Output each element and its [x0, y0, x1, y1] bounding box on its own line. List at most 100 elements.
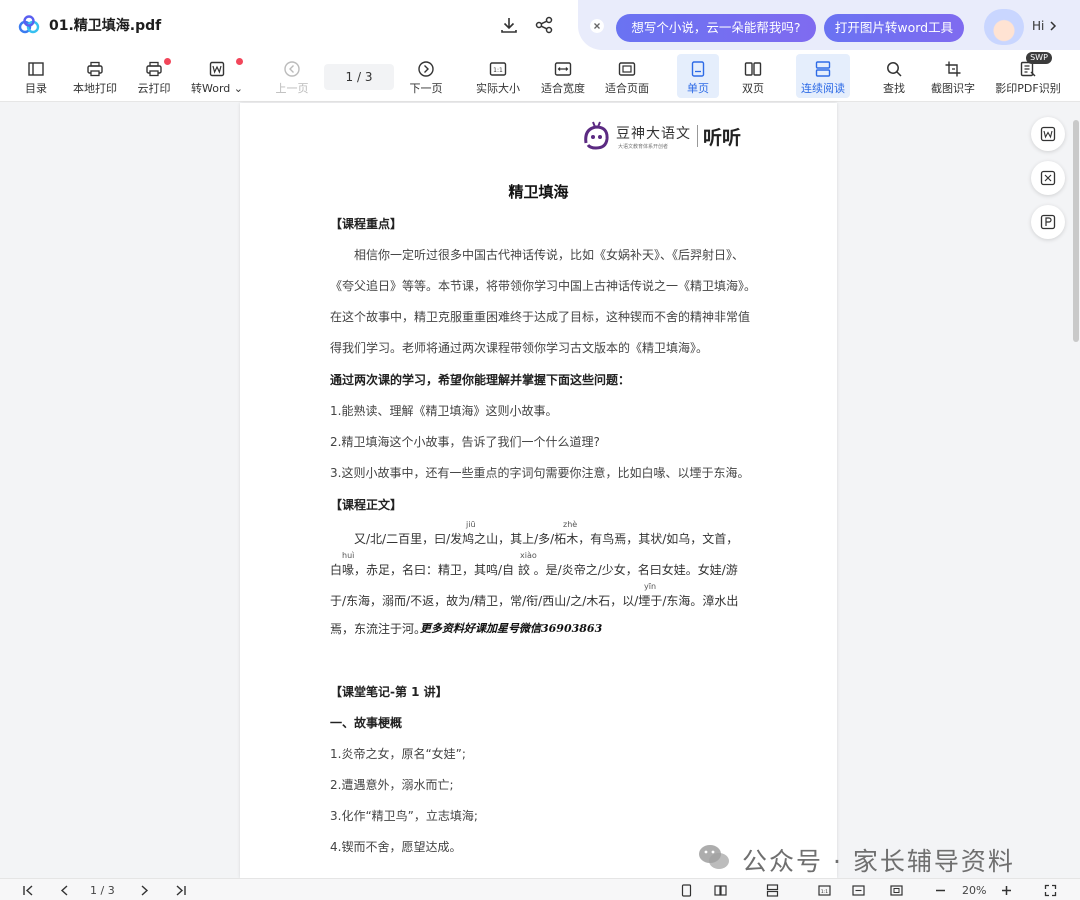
- side-to-word-button[interactable]: [1031, 117, 1065, 151]
- next-page-button[interactable]: 下一页: [406, 54, 446, 98]
- watermark-text: 公众号 · 家长辅导资料: [742, 847, 1015, 876]
- double-page-icon: [744, 62, 762, 76]
- document-viewport[interactable]: 豆神大语文 大语文教育体系开创者 听听 精卫填海 【课程重点】 相信你一定听过很…: [0, 103, 1080, 878]
- pdf-page: 豆神大语文 大语文教育体系开创者 听听 精卫填海 【课程重点】 相信你一定听过很…: [240, 103, 837, 878]
- printer-icon: [87, 61, 103, 77]
- actual-size-button[interactable]: 1:1 实际大小: [473, 54, 523, 98]
- ppt-icon: [1040, 214, 1056, 230]
- file-title: 01.精卫填海.pdf: [49, 18, 162, 34]
- fit-page-icon[interactable]: [890, 884, 903, 897]
- fit-page-icon: [618, 62, 636, 76]
- list-item: 3.化作“精卫鸟”，立志填海;: [330, 809, 478, 823]
- zoom-out-icon[interactable]: [934, 884, 947, 897]
- classical-text-line: 白喙，赤足，名曰：精卫，其鸣/自 詨 。是/炎帝之/少女，名曰女娃。女娃/游: [330, 563, 738, 577]
- greeting-text[interactable]: Hi: [1032, 19, 1044, 33]
- classical-text-line: 焉，东流注于河。: [330, 622, 427, 636]
- side-to-ppt-button[interactable]: [1031, 205, 1065, 239]
- continuous-icon: [815, 61, 831, 77]
- toolbar: 目录 本地打印 云打印 转Word ⌄ 上一页 下一页 1:1 实际大小 适合宽…: [0, 50, 1080, 102]
- next-page-icon: [418, 61, 434, 77]
- list-item: 4.锲而不舍，愿望达成。: [330, 840, 462, 854]
- list-item: 1.能熟读、理解《精卫填海》这则小故事。: [330, 404, 558, 418]
- app-logo-icon: [18, 15, 40, 34]
- prev-page-icon[interactable]: [58, 884, 71, 897]
- fit-width-icon[interactable]: [852, 884, 865, 897]
- section-heading: 【课程正文】: [330, 498, 403, 512]
- next-page-icon[interactable]: [138, 884, 151, 897]
- cloud-printer-icon: [146, 61, 162, 77]
- title-bar: 01.精卫填海.pdf 想写个小说，云一朵能帮我吗? 打开图片转word工具 H…: [0, 0, 1080, 50]
- paragraph-line: 《夸父追日》等等。本节课，将带领你学习中国上古神话传说之一《精卫填海》。: [330, 279, 757, 293]
- section-heading: 【课程重点】: [330, 217, 403, 231]
- download-icon[interactable]: [499, 15, 519, 35]
- zoom-in-icon[interactable]: [1000, 884, 1013, 897]
- notification-dot: [236, 58, 243, 65]
- scrollbar-thumb[interactable]: [1073, 120, 1079, 342]
- list-item: 3.这则小故事中，还有一些重点的字词句需要你注意，比如白喙、以堙于东海。: [330, 466, 750, 480]
- fit-page-button[interactable]: 适合页面: [602, 54, 652, 98]
- pinyin-annotation: xiào: [520, 551, 537, 560]
- zoom-level[interactable]: 20%: [962, 884, 986, 897]
- screenshot-ocr-button[interactable]: 截图识字: [928, 54, 978, 98]
- search-icon: [887, 62, 902, 77]
- fit-width-button[interactable]: 适合宽度: [538, 54, 588, 98]
- paragraph-line: 相信你一定听过很多中国古代神话传说，比如《女娲补天》、《后羿射日》、: [354, 248, 745, 262]
- actual-size-icon: 1:1: [489, 62, 507, 76]
- prev-page-button[interactable]: 上一页: [272, 54, 312, 98]
- section-heading: 【课堂笔记-第 1 讲】: [330, 685, 448, 699]
- list-item: 2.遭遇意外，溺水而亡;: [330, 778, 454, 792]
- page-number-input[interactable]: 1 / 3: [324, 64, 394, 90]
- pinyin-annotation: huì: [342, 551, 355, 560]
- chevron-right-icon[interactable]: [1048, 21, 1058, 31]
- prev-page-icon: [284, 61, 300, 77]
- side-to-excel-button[interactable]: [1031, 161, 1065, 195]
- assistant-avatar[interactable]: [984, 9, 1024, 45]
- svg-text:1:1: 1:1: [821, 889, 828, 895]
- word-icon: [1040, 126, 1056, 142]
- close-icon[interactable]: [590, 19, 604, 33]
- brand-logo-icon: [584, 121, 609, 150]
- local-print-button[interactable]: 本地打印: [70, 54, 120, 98]
- last-page-icon[interactable]: [174, 884, 187, 897]
- subheading: 一、故事梗概: [330, 716, 403, 730]
- excel-icon: [1040, 170, 1056, 186]
- fullscreen-icon[interactable]: [1044, 884, 1057, 897]
- notification-dot: [164, 58, 171, 65]
- subheading: 通过两次课的学习，希望你能理解并掌握下面这些问题：: [330, 373, 631, 387]
- pinyin-annotation: yīn: [644, 582, 657, 591]
- status-bar: 1 / 3 1:1 20%: [0, 878, 1080, 900]
- inline-watermark: 更多资料好课加星号微信36903863: [420, 622, 603, 635]
- classical-text-line: 于/东海，溺而/不返，故为/精卫，常/衔/西山/之/木石，以/堙于/东海。漳水出: [330, 594, 739, 608]
- ai-prompt-novel-button[interactable]: 想写个小说，云一朵能帮我吗?: [616, 14, 816, 42]
- wechat-icon: [699, 845, 729, 869]
- first-page-icon[interactable]: [22, 884, 35, 897]
- brand-name: 豆神大语文: [616, 126, 691, 142]
- fit-width-icon: [554, 62, 572, 76]
- ai-prompt-img2word-button[interactable]: 打开图片转word工具: [824, 14, 964, 42]
- svg-text:1:1: 1:1: [493, 67, 503, 74]
- search-button[interactable]: 查找: [876, 54, 912, 98]
- continuous-read-button[interactable]: 连续阅读: [796, 54, 850, 98]
- classical-text-line: 又/北/二百里，曰/发鸠之山，其上/多/柘木，有鸟焉，其状/如乌，文首，: [354, 532, 739, 546]
- list-item: 2.精卫填海这个小故事，告诉了我们一个什么道理?: [330, 435, 600, 449]
- brand-secondary: 听听: [703, 127, 742, 149]
- single-page-icon: [691, 61, 705, 77]
- status-page-indicator[interactable]: 1 / 3: [90, 884, 115, 897]
- actual-size-icon[interactable]: 1:1: [818, 884, 831, 897]
- continuous-icon[interactable]: [766, 884, 779, 897]
- share-icon[interactable]: [534, 15, 554, 35]
- swp-badge: SWP: [1026, 52, 1052, 64]
- paragraph-line: 在这个故事中，精卫克服重重困难终于达成了目标，这种锲而不舍的精神非常值: [330, 310, 751, 324]
- brand-tagline: 大语文教育体系开创者: [618, 144, 669, 150]
- toc-button[interactable]: 目录: [18, 54, 54, 98]
- brand-divider: [697, 125, 698, 147]
- paragraph-line: 得我们学习。老师将通过两次课程带领你学习古文版本的《精卫填海》。: [330, 341, 709, 355]
- pinyin-annotation: jiū: [466, 520, 476, 529]
- list-item: 1.炎帝之女，原名“女娃”;: [330, 747, 466, 761]
- double-page-icon[interactable]: [714, 884, 727, 897]
- document-title: 精卫填海: [508, 183, 569, 201]
- single-page-button[interactable]: 单页: [677, 54, 719, 98]
- single-page-icon[interactable]: [680, 884, 693, 897]
- toc-icon: [28, 62, 44, 76]
- double-page-button[interactable]: 双页: [734, 54, 772, 98]
